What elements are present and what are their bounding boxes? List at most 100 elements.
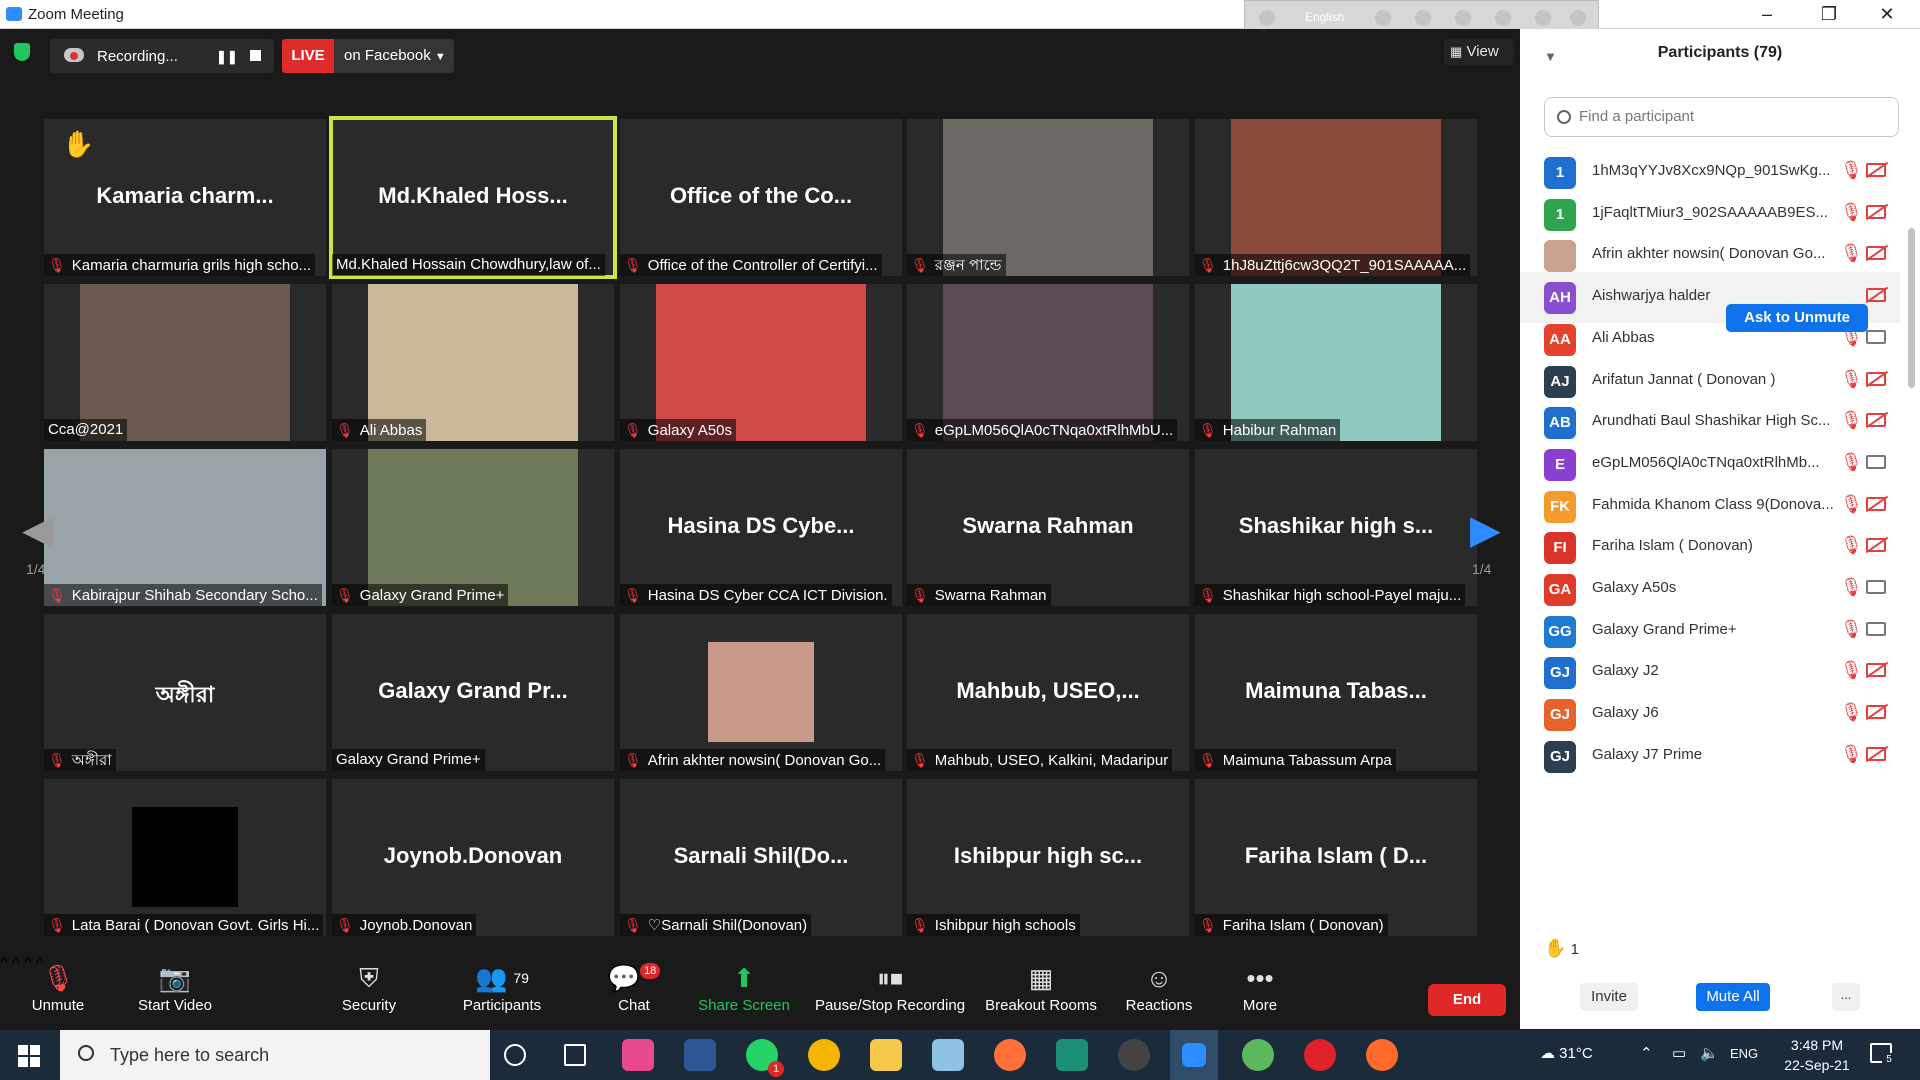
unmute-button[interactable]: 🎙 Unmute	[20, 955, 96, 1014]
help-icon[interactable]	[1535, 10, 1551, 26]
video-tile[interactable]: Ishibpur high sc... 🎙 Ishibpur high school…	[907, 779, 1189, 936]
video-tile[interactable]: Fariha Islam ( D... 🎙 Fariha Islam ( Donov…	[1195, 779, 1477, 936]
invite-button[interactable]: Invite	[1580, 983, 1638, 1011]
video-tile[interactable]: 🎙 Galaxy Grand Prime+	[332, 449, 614, 606]
window-title: Zoom Meeting	[28, 6, 124, 23]
video-tile[interactable]: 🎙 Afrin akhter nowsin( Donovan Go...	[620, 614, 902, 771]
windows-start-icon[interactable]	[18, 1045, 40, 1067]
opera-icon[interactable]	[1304, 1039, 1336, 1071]
participant-row[interactable]: GJ Galaxy J7 Prime 🎙	[1520, 731, 1900, 782]
video-tile[interactable]: Kamaria charm... ✋ 🎙 Kamaria charmuria gril…	[44, 119, 326, 276]
taskbar-search-box[interactable]: Type here to search	[60, 1030, 490, 1080]
settings-icon[interactable]	[1455, 10, 1471, 26]
video-tile[interactable]: Shashikar high s... 🎙 Shashikar high schoo…	[1195, 449, 1477, 606]
obs-icon[interactable]	[1118, 1039, 1150, 1071]
chrome-icon[interactable]	[808, 1039, 840, 1071]
video-tile[interactable]: 🎙 Habibur Rahman	[1195, 284, 1477, 441]
participants-button[interactable]: 👥 79 Participants	[456, 955, 548, 1014]
video-tile[interactable]: 🎙 Ali Abbas	[332, 284, 614, 441]
close-button[interactable]: ✕	[1872, 4, 1902, 26]
start-video-button[interactable]: 📷 Start Video	[130, 955, 220, 1014]
breakout-rooms-button[interactable]: ▦ Breakout Rooms	[984, 955, 1098, 1014]
download-manager-icon[interactable]	[1056, 1039, 1088, 1071]
more-button[interactable]: ••• More	[1232, 955, 1288, 1014]
video-tile[interactable]: অঙ্গীরা 🎙 অঙ্গীরা	[44, 614, 326, 771]
live-target-dropdown[interactable]: on Facebook ▼	[334, 39, 454, 73]
avast-icon[interactable]	[1366, 1039, 1398, 1071]
tile-caption-name: Office of the Controller of Certifyi...	[647, 257, 878, 274]
ask-to-unmute-button[interactable]: Ask to Unmute	[1726, 304, 1868, 332]
notification-center-icon[interactable]: 5	[1870, 1043, 1896, 1067]
pause-recording-icon[interactable]: ❚❚	[216, 49, 238, 65]
raised-hands-count[interactable]: ✋ 1	[1544, 938, 1579, 959]
windows-taskbar: Type here to search 1 ☁ 31°C ⌃ ▭ 🔈 ENG 3…	[0, 1030, 1920, 1080]
reactions-button[interactable]: ☺ Reactions	[1122, 955, 1196, 1014]
chat-button[interactable]: 💬 18 Chat	[604, 955, 664, 1014]
panel-more-button[interactable]: ...	[1832, 983, 1860, 1011]
video-tile[interactable]: Mahbub, USEO,... 🎙 Mahbub, USEO, Kalkini, …	[907, 614, 1189, 771]
video-tile[interactable]: Galaxy Grand Pr... Galaxy Grand Prime+	[332, 614, 614, 771]
smiley-icon: ☺	[1145, 963, 1173, 993]
stop-recording-icon[interactable]	[250, 50, 261, 61]
info-icon[interactable]	[1570, 10, 1586, 26]
audio-options-caret-icon[interactable]: ^	[0, 955, 8, 972]
video-tile[interactable]: Joynob.Donovan 🎙 Joynob.Donovan	[332, 779, 614, 936]
video-tile[interactable]: 🎙 eGpLM056QlA0cTNqa0xtRlhMbU...	[907, 284, 1189, 441]
system-clock[interactable]: 3:48 PM 22-Sep-21	[1772, 1035, 1862, 1075]
video-tile[interactable]: Cca@2021	[44, 284, 326, 441]
weather-widget[interactable]: ☁ 31°C	[1540, 1044, 1593, 1062]
task-view-icon[interactable]	[564, 1044, 586, 1066]
speaker-icon[interactable]: 🔈	[1700, 1044, 1719, 1062]
more-label: More	[1242, 997, 1278, 1014]
minimize-button[interactable]: –	[1752, 4, 1782, 26]
cortana-icon[interactable]	[504, 1044, 526, 1066]
video-tile[interactable]: Sarnali Shil(Do... 🎙 ♡Sarnali Shil(Donovan…	[620, 779, 902, 936]
share-screen-button[interactable]: ⬆ Share Screen	[694, 955, 794, 1014]
video-tile[interactable]: Maimuna Tabas... 🎙 Maimuna Tabassum Arpa	[1195, 614, 1477, 771]
utorrent-icon[interactable]	[1242, 1039, 1274, 1071]
live-badge[interactable]: LIVE	[282, 39, 334, 73]
input-language[interactable]: ENG	[1730, 1046, 1758, 1061]
pause-stop-recording-button[interactable]: ⏸⏹ Pause/Stop Recording	[814, 955, 966, 1014]
video-tile[interactable]: Swarna Rahman 🎙 Swarna Rahman	[907, 449, 1189, 606]
video-tile[interactable]: 🎙 Lata Barai ( Donovan Govt. Girls Hi...	[44, 779, 326, 936]
find-participant-input[interactable]: Find a participant	[1544, 97, 1899, 137]
video-tile[interactable]: Md.Khaled Hoss... Md.Khaled Hossain Chowd…	[329, 116, 617, 279]
notepad-icon[interactable]	[932, 1039, 964, 1071]
video-tile[interactable]: Office of the Co... 🎙 Office of the Contro…	[620, 119, 902, 276]
encryption-shield-icon[interactable]	[14, 43, 30, 61]
video-tile[interactable]: 🎙 Galaxy A50s	[620, 284, 902, 441]
next-page-arrow-icon[interactable]: ▶	[1470, 507, 1501, 553]
participants-scrollbar[interactable]	[1908, 228, 1915, 388]
live-target-label: on Facebook	[344, 47, 431, 64]
maximize-button[interactable]: ❐	[1814, 4, 1844, 26]
whatsapp-icon[interactable]: 1	[746, 1039, 784, 1077]
chat-badge: 18	[640, 963, 661, 979]
weather-temperature: 31°C	[1559, 1045, 1593, 1062]
mute-all-button[interactable]: Mute All	[1696, 983, 1770, 1011]
security-button[interactable]: ⛨ Security	[334, 955, 404, 1014]
pen-icon[interactable]	[1415, 10, 1431, 26]
firefox-icon[interactable]	[994, 1039, 1026, 1071]
video-tile[interactable]: 🎙 Kabirajpur Shihab Secondary Scho...	[44, 449, 326, 606]
previous-page-arrow-icon[interactable]: ◀	[22, 507, 53, 553]
video-tile[interactable]: Hasina DS Cybe... 🎙 Hasina DS Cyber CCA IC…	[620, 449, 902, 606]
edge-icon[interactable]	[1495, 10, 1511, 26]
video-options-caret-icon[interactable]: ^	[12, 955, 20, 972]
paint-icon[interactable]	[622, 1039, 654, 1071]
language-label[interactable]: English	[1305, 10, 1344, 24]
show-hidden-icons-icon[interactable]: ⌃	[1640, 1044, 1653, 1062]
file-explorer-icon[interactable]	[870, 1039, 902, 1071]
zoom-taskbar-icon[interactable]	[1170, 1030, 1218, 1080]
end-meeting-button[interactable]: End	[1428, 984, 1506, 1016]
video-tile[interactable]: 🎙 1hJ8uZttj6cw3QQ2T_901SAAAAA...	[1195, 119, 1477, 276]
usb-icon[interactable]: ▭	[1672, 1044, 1686, 1062]
keyboard-icon[interactable]	[1375, 10, 1391, 26]
tile-caption: 🎙 Afrin akhter nowsin( Donovan Go...	[620, 749, 886, 771]
view-button[interactable]: ▦ View	[1444, 39, 1514, 65]
video-tile[interactable]: 🎙 রঞ্জন পান্ডে	[907, 119, 1189, 276]
word-icon[interactable]	[684, 1039, 716, 1071]
participant-video	[656, 284, 866, 441]
raised-hand-icon: ✋	[1544, 938, 1567, 958]
language-bar-icon[interactable]	[1259, 10, 1275, 26]
